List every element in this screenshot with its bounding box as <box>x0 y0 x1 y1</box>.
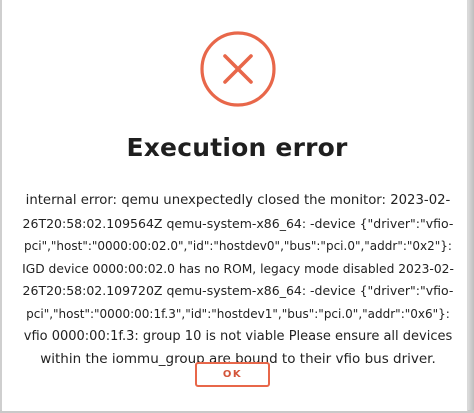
dialog-title: Execution error <box>126 133 348 162</box>
error-x-circle-icon <box>199 30 277 108</box>
error-message-line: internal error: qemu unexpectedly closed… <box>25 193 451 208</box>
error-message-line: vfio 0000:00:1f.3: group 10 is not viabl… <box>23 328 453 344</box>
error-message-line: 26T20:58:02.109720Z qemu-system-x86_64: … <box>22 283 454 299</box>
ok-button[interactable]: OK <box>195 362 270 387</box>
error-message: internal error: qemu unexpectedly closed… <box>22 190 454 371</box>
error-message-line: pci","host":"0000:00:1f.3","id":"hostdev… <box>26 306 450 321</box>
error-message-line: 26T20:58:02.109564Z qemu-system-x86_64: … <box>22 215 454 231</box>
error-message-line: pci","host":"0000:00:02.0","id":"hostdev… <box>24 239 452 254</box>
error-message-line: IGD device 0000:00:02.0 has no ROM, lega… <box>22 261 454 276</box>
